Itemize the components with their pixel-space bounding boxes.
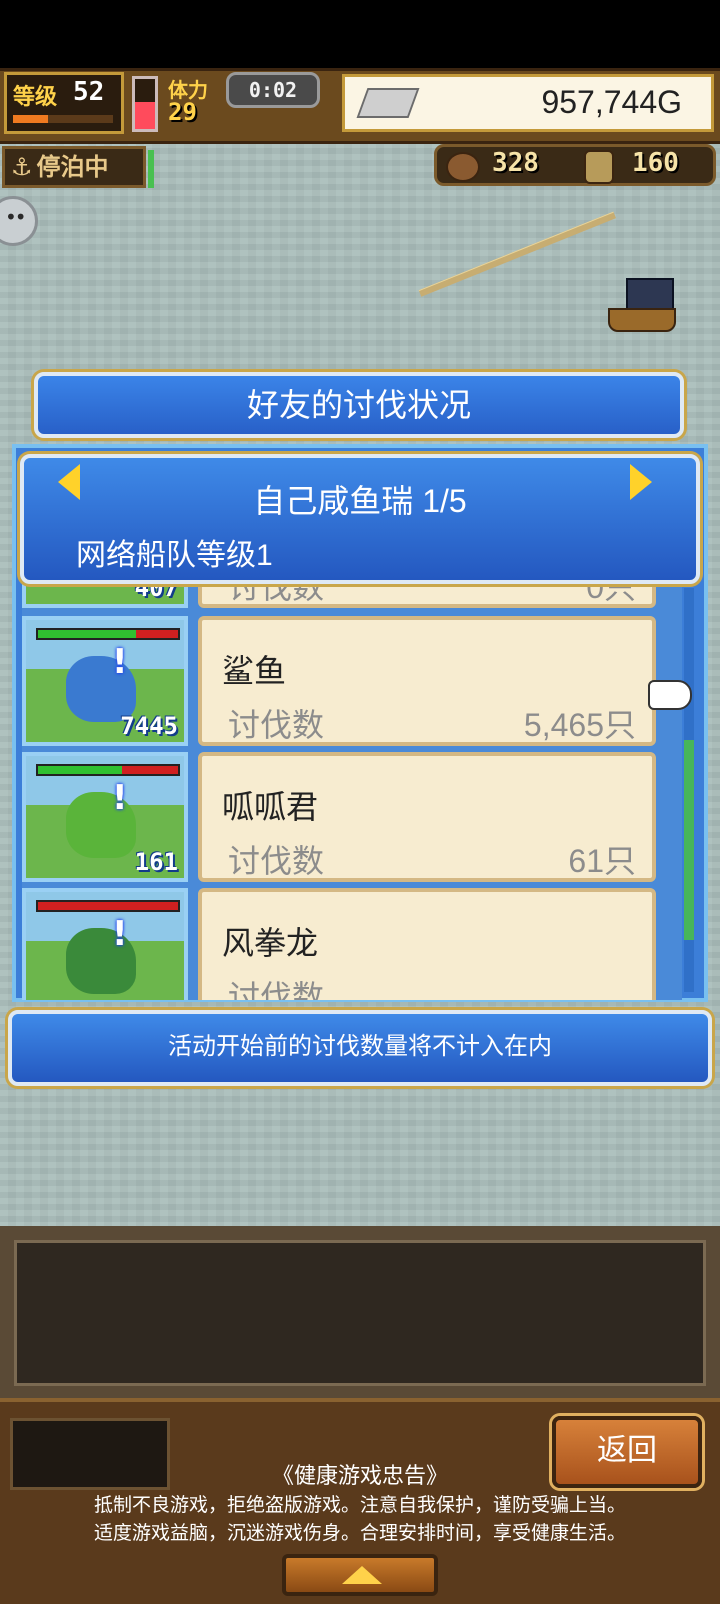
level-progress-bar: [13, 115, 113, 123]
ship-hull: [608, 308, 676, 332]
monster-hp-fill: [38, 766, 122, 774]
monster-name: 风拳龙: [222, 925, 319, 961]
monster-card: !: [22, 888, 188, 1000]
stamina-gauge: [132, 76, 158, 132]
health-notice-title: 《健康游戏忠告》: [271, 1463, 448, 1488]
level-panel: 等级 52: [4, 72, 124, 134]
anchor-icon: ⚓: [11, 153, 33, 181]
stamina-fill: [135, 101, 155, 129]
monster-level: 161: [134, 848, 178, 876]
up-arrow-icon: [342, 1566, 382, 1584]
kill-count-label: 讨伐数: [228, 979, 325, 1000]
list-item[interactable]: ! 风拳龙 讨伐数: [22, 888, 662, 1000]
health-notice-line: 抵制不良游戏，拒绝盗版游戏。注意自我保护，谨防受骗上当。: [93, 1495, 626, 1516]
monster-card: ! 7445: [22, 616, 188, 746]
friend-name: 自己咸鱼瑞 1/5: [253, 483, 467, 519]
monster-level: 7445: [120, 712, 178, 740]
expand-menu-button[interactable]: [282, 1554, 438, 1596]
kill-count-value: 5,465只: [523, 707, 636, 743]
alert-icon: !: [112, 642, 128, 682]
monster-info: 呱呱君 讨伐数 61只: [198, 752, 656, 882]
material-icon: [584, 150, 614, 184]
docked-status-label: 停泊中: [36, 153, 109, 181]
alert-icon: !: [112, 914, 128, 954]
gold-value: 957,744G: [541, 84, 682, 120]
stamina-value: 29: [168, 98, 197, 126]
monster-list[interactable]: 407 讨伐数 0只 ! 7445 鲨鱼 讨伐数 5,465只 ! 161 呱呱…: [22, 564, 682, 1000]
alert-icon: !: [112, 778, 128, 818]
list-item[interactable]: ! 161 呱呱君 讨伐数 61只: [22, 752, 662, 882]
monster-card: ! 161: [22, 752, 188, 882]
fleet-level: 网络船队等级1: [76, 539, 273, 572]
monster-hp-bar: [36, 900, 180, 912]
level-value: 52: [73, 77, 105, 107]
kill-count-value: 61只: [568, 843, 636, 879]
health-notice-line: 适度游戏益脑，沉迷游戏伤身。合理安排时间，享受健康生活。: [93, 1523, 626, 1544]
monster-name: 鲨鱼: [222, 653, 287, 689]
monster-name: 呱呱君: [222, 789, 319, 825]
silver-bar-icon: [356, 88, 420, 118]
level-label: 等级: [13, 85, 58, 110]
message-box: [14, 1240, 706, 1386]
kill-count-label: 讨伐数: [228, 843, 325, 879]
monster-info: 风拳龙 讨伐数: [198, 888, 656, 1000]
kill-count-label: 讨伐数: [228, 707, 325, 743]
dialog-title: 好友的讨伐状况: [34, 372, 684, 438]
food-value: 328: [492, 148, 539, 178]
pointer-hand-icon: [648, 680, 692, 710]
docked-status-button[interactable]: ⚓ 停泊中: [2, 146, 146, 188]
list-item[interactable]: ! 7445 鲨鱼 讨伐数 5,465只: [22, 616, 662, 746]
monster-hp-fill: [38, 630, 136, 638]
monster-hp-bar: [36, 764, 180, 776]
list-scroll-thumb[interactable]: [684, 740, 694, 940]
ship-sprite[interactable]: [608, 278, 678, 336]
stamina-timer: 0:02: [226, 72, 320, 108]
material-value: 160: [632, 148, 679, 178]
dock-indicator: [148, 150, 154, 188]
notice-bar: 活动开始前的讨伐数量将不计入在内: [8, 1010, 712, 1086]
food-barrel-icon: [446, 152, 480, 182]
monster-info: 鲨鱼 讨伐数 5,465只: [198, 616, 656, 746]
level-progress-fill: [13, 115, 48, 123]
monster-hp-bar: [36, 628, 180, 640]
